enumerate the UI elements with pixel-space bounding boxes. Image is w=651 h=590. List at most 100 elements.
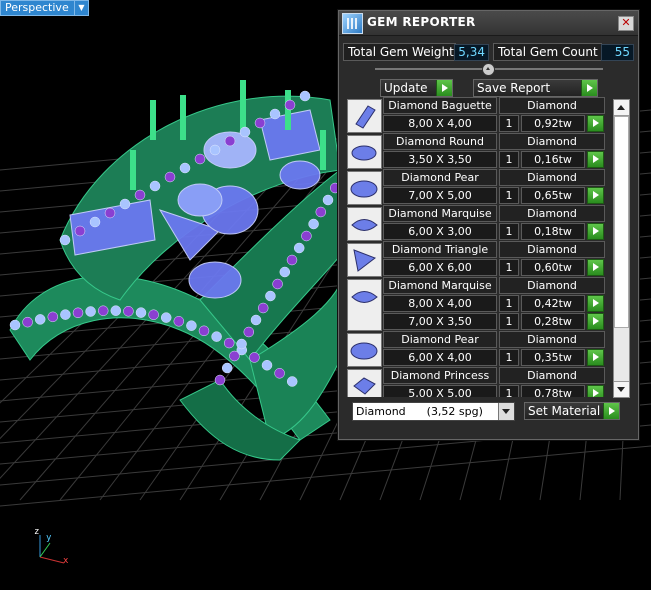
- set-material-button[interactable]: Set Material: [524, 402, 620, 420]
- select-gem-arrow-icon[interactable]: [587, 295, 604, 312]
- gem-name: Diamond Marquise: [383, 277, 497, 294]
- gem-size: 3,50 X 3,50: [383, 151, 497, 168]
- gem-weight: 0,42tw: [521, 295, 585, 312]
- gem-weight: 0,78tw: [521, 385, 585, 397]
- viewport-menu-arrow-icon[interactable]: ▼: [74, 0, 89, 16]
- gem-marquise-icon: [347, 207, 382, 241]
- viewport-label[interactable]: Perspective: [0, 0, 76, 16]
- scroll-down-icon[interactable]: [614, 381, 629, 397]
- gem-material: Diamond: [499, 133, 605, 150]
- gem-count: 1: [499, 313, 519, 330]
- gem-reporter-logo-icon: [342, 13, 363, 34]
- gem-list-scrollbar[interactable]: [613, 99, 630, 398]
- gem-name: Diamond Princess: [383, 367, 497, 384]
- set-material-button-label: Set Material: [528, 404, 601, 418]
- total-gem-weight-text: Total Gem Weight: [348, 45, 454, 59]
- total-gem-weight-label: Total Gem Weight: [343, 43, 456, 61]
- gem-triangle-icon: [347, 243, 382, 277]
- slider-handle[interactable]: [482, 63, 495, 76]
- total-gem-count-text: Total Gem Count: [498, 45, 598, 59]
- gem-row[interactable]: Diamond Baguette Diamond 8,00 X 4,00 1 0,92t…: [347, 97, 605, 133]
- play-arrow-icon: [603, 403, 619, 419]
- chevron-down-icon[interactable]: [498, 403, 514, 420]
- play-arrow-icon: [581, 80, 597, 96]
- gem-count: 1: [499, 349, 519, 366]
- gem-count: 1: [499, 385, 519, 397]
- select-gem-arrow-icon[interactable]: [587, 313, 604, 330]
- gem-count: 1: [499, 115, 519, 132]
- gem-size: 6,00 X 3,00: [383, 223, 497, 240]
- gem-weight: 0,60tw: [521, 259, 585, 276]
- axis-y-label: y: [46, 533, 52, 543]
- gem-reporter-panel: GEM REPORTER ✕ Total Gem Weight 5,34 Tot…: [338, 10, 639, 440]
- gem-size: 7,00 X 3,50: [383, 313, 497, 330]
- gem-pear-icon: [347, 333, 382, 367]
- axis-x-label: x: [63, 556, 69, 566]
- gem-material: Diamond: [499, 97, 605, 114]
- material-select[interactable]: Diamond (3,52 spg): [352, 402, 515, 421]
- select-gem-arrow-icon[interactable]: [587, 385, 604, 397]
- gem-count: 1: [499, 151, 519, 168]
- gem-round-icon: [347, 135, 382, 169]
- gem-baguette-icon: [347, 99, 382, 133]
- gem-size: 6,00 X 4,00: [383, 349, 497, 366]
- gem-material: Diamond: [499, 367, 605, 384]
- select-gem-arrow-icon[interactable]: [587, 187, 604, 204]
- gem-pear-icon: [347, 171, 382, 205]
- gem-row[interactable]: Diamond Triangle Diamond 6,00 X 6,00 1 0,60t…: [347, 241, 605, 277]
- gem-row[interactable]: Diamond Marquise Diamond 8,00 X 4,00 1 0,42t…: [347, 277, 605, 331]
- gem-row[interactable]: Diamond Marquise Diamond 6,00 X 3,00 1 0,18t…: [347, 205, 605, 241]
- gem-weight: 0,92tw: [521, 115, 585, 132]
- gem-count: 1: [499, 259, 519, 276]
- save-report-button[interactable]: Save Report: [473, 79, 598, 97]
- gem-list: Diamond Baguette Diamond 8,00 X 4,00 1 0,92t…: [347, 97, 605, 397]
- gem-size: 6,00 X 6,00: [383, 259, 497, 276]
- gem-name: Diamond Triangle: [383, 241, 497, 258]
- panel-title: GEM REPORTER: [367, 15, 476, 29]
- gem-row[interactable]: Diamond Pear Diamond 7,00 X 5,00 1 0,65tw: [347, 169, 605, 205]
- gem-material: Diamond: [499, 331, 605, 348]
- update-button-label: Update: [384, 81, 428, 95]
- gem-weight: 0,16tw: [521, 151, 585, 168]
- gem-row[interactable]: Diamond Pear Diamond 6,00 X 4,00 1 0,35tw: [347, 331, 605, 367]
- ring-model[interactable]: [9, 80, 346, 461]
- gem-name: Diamond Pear: [383, 331, 497, 348]
- gem-name: Diamond Baguette: [383, 97, 497, 114]
- scroll-up-icon[interactable]: [614, 100, 629, 116]
- panel-titlebar[interactable]: GEM REPORTER ✕: [339, 11, 638, 36]
- gem-name: Diamond Marquise: [383, 205, 497, 222]
- gem-weight: 0,28tw: [521, 313, 585, 330]
- gem-size: 5,00 X 5,00: [383, 385, 497, 397]
- gem-princess-icon: [347, 369, 382, 397]
- select-gem-arrow-icon[interactable]: [587, 259, 604, 276]
- material-select-value: Diamond (3,52 spg): [356, 405, 483, 418]
- total-gem-weight-value: 5,34: [454, 44, 489, 61]
- gem-count: 1: [499, 223, 519, 240]
- gem-weight: 0,18tw: [521, 223, 585, 240]
- select-gem-arrow-icon[interactable]: [587, 223, 604, 240]
- gem-count: 1: [499, 295, 519, 312]
- gem-size: 8,00 X 4,00: [383, 295, 497, 312]
- gem-size: 8,00 X 4,00: [383, 115, 497, 132]
- play-arrow-icon: [436, 80, 452, 96]
- gem-weight: 0,65tw: [521, 187, 585, 204]
- gem-row[interactable]: Diamond Princess Diamond 5,00 X 5,00 1 0,78t…: [347, 367, 605, 397]
- gem-material: Diamond: [499, 169, 605, 186]
- select-gem-arrow-icon[interactable]: [587, 151, 604, 168]
- gem-count: 1: [499, 187, 519, 204]
- update-button[interactable]: Update: [380, 79, 453, 97]
- select-gem-arrow-icon[interactable]: [587, 349, 604, 366]
- gem-row[interactable]: Diamond Round Diamond 3,50 X 3,50 1 0,16tw: [347, 133, 605, 169]
- save-report-button-label: Save Report: [477, 81, 551, 95]
- gem-name: Diamond Round: [383, 133, 497, 150]
- total-gem-count-value: 55: [601, 44, 634, 61]
- select-gem-arrow-icon[interactable]: [587, 115, 604, 132]
- gem-material: Diamond: [499, 241, 605, 258]
- gem-size: 7,00 X 5,00: [383, 187, 497, 204]
- scroll-thumb[interactable]: [614, 116, 629, 328]
- gem-marquise-icon: [347, 279, 382, 331]
- axis-z-label: z: [34, 527, 40, 537]
- close-icon[interactable]: ✕: [618, 16, 634, 31]
- total-gem-count-label: Total Gem Count: [493, 43, 602, 61]
- gem-material: Diamond: [499, 205, 605, 222]
